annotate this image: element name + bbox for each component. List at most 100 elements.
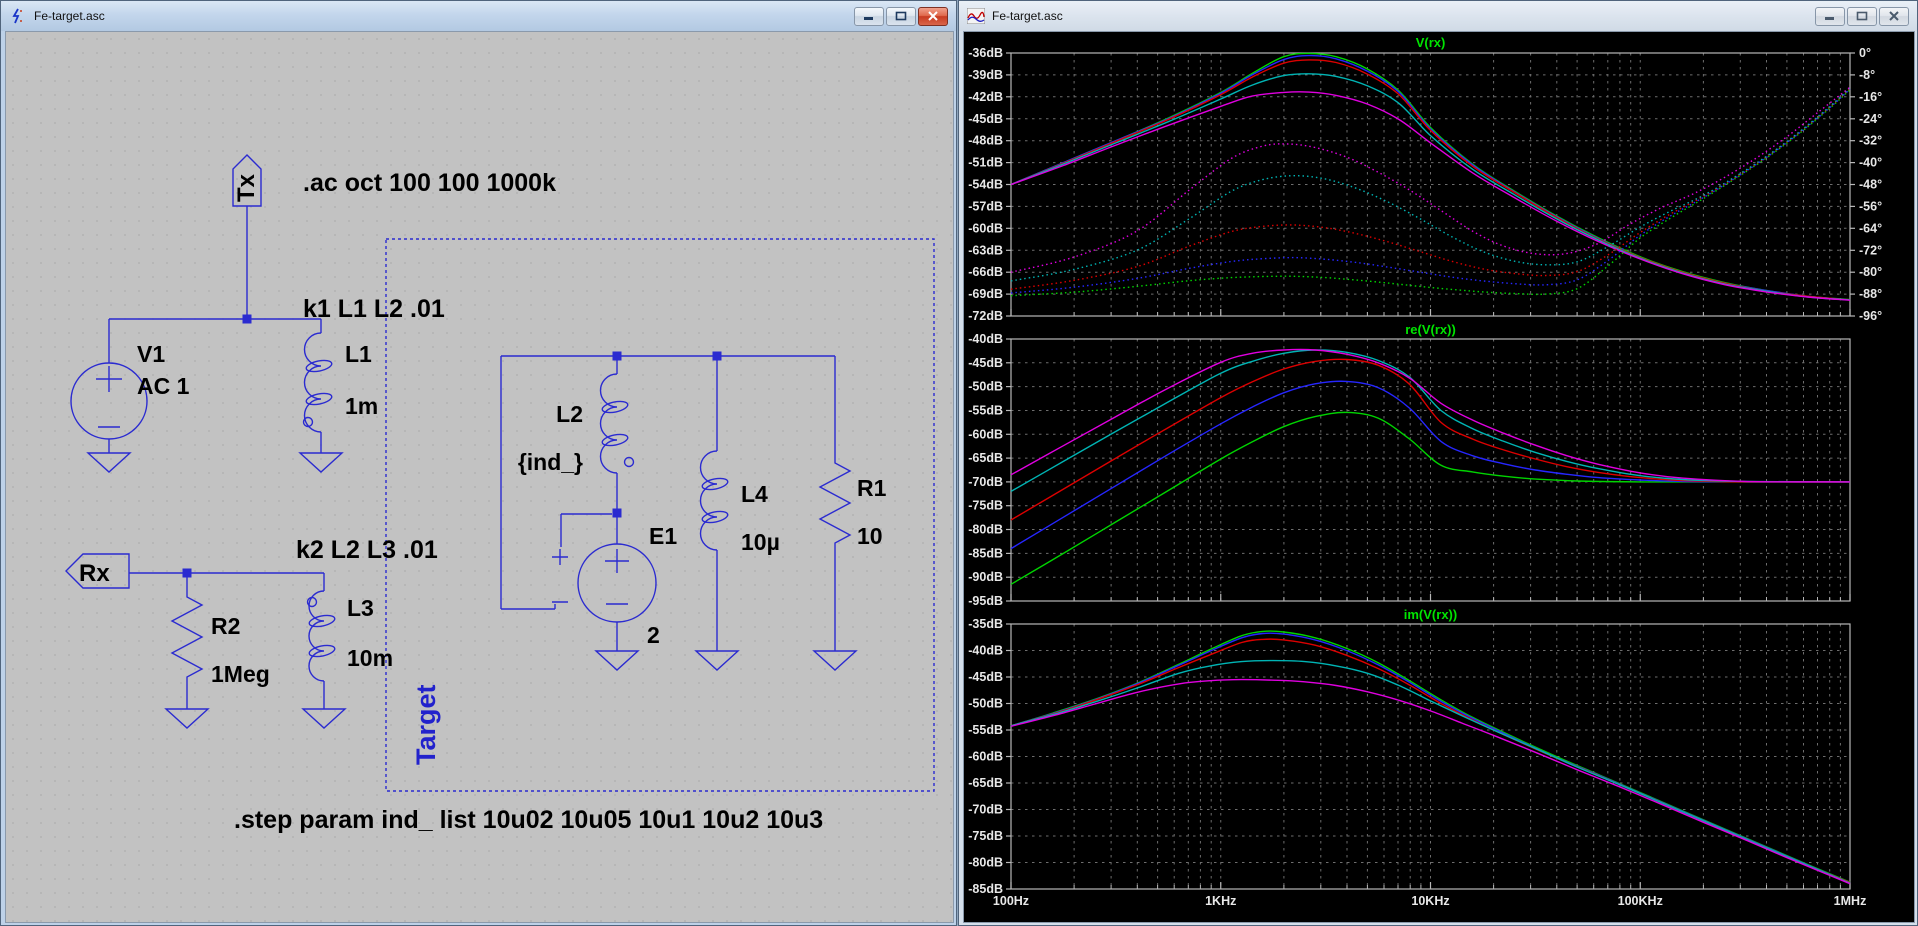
pane-title: re(V(rx)) [1405, 322, 1456, 337]
e1-name-label[interactable]: E1 [649, 523, 677, 549]
y-axis-label: -90dB [968, 570, 1003, 584]
restore-icon [895, 11, 907, 21]
y-axis-label: -80dB [968, 856, 1003, 870]
phase-axis-label: -24° [1859, 112, 1882, 126]
phase-axis-label: -56° [1859, 199, 1882, 213]
l2-phase-dot [623, 456, 635, 468]
directive-ac[interactable]: .ac oct 100 100 1000k [303, 169, 556, 197]
l3-value-label[interactable]: 10m [347, 645, 393, 671]
x-axis-label: 1MHz [1834, 894, 1867, 908]
target-selection-box[interactable] [385, 238, 935, 792]
component-r2-resistor[interactable] [170, 593, 204, 681]
y-axis-label: -55dB [968, 723, 1003, 737]
phase-axis-label: -88° [1859, 287, 1882, 301]
trace-im-step-10u1[interactable] [1010, 638, 1851, 884]
y-axis-label: -65dB [968, 776, 1003, 790]
r2-name-label[interactable]: R2 [211, 613, 240, 639]
y-axis-label: -39dB [968, 68, 1003, 82]
close-button[interactable] [1879, 6, 1909, 26]
l1-name-label[interactable]: L1 [345, 341, 372, 367]
pane-V(rx): V(rx) -36dB -39dB -42dB -45dB -48dB -51dB -54dB… [968, 35, 1882, 323]
phase-axis-label: -96° [1859, 309, 1882, 323]
ltspice-waveform-icon [967, 8, 985, 24]
restore-button[interactable] [886, 6, 916, 26]
waveform-titlebar[interactable]: Fe-target.asc [959, 1, 1917, 31]
restore-button[interactable] [1847, 6, 1877, 26]
trace-im-step-10u02[interactable] [1010, 630, 1851, 883]
y-axis-label: -51dB [968, 156, 1003, 170]
x-axis-label: 100Hz [993, 894, 1029, 908]
minimize-button[interactable] [854, 6, 884, 26]
window-title: Fe-target.asc [992, 9, 1063, 23]
waveform-canvas[interactable]: V(rx) -36dB -39dB -42dB -45dB -48dB -51dB -54dB… [963, 31, 1915, 923]
y-axis-label: -50dB [968, 697, 1003, 711]
close-icon [928, 11, 938, 21]
r1-name-label[interactable]: R1 [857, 475, 887, 501]
y-axis-label: -85dB [968, 546, 1003, 560]
component-e1-dependent-source[interactable] [552, 543, 657, 623]
v1-name-label[interactable]: V1 [137, 341, 165, 367]
minimize-button[interactable] [1815, 6, 1845, 26]
l4-name-label[interactable]: L4 [741, 481, 768, 507]
l2-name-label[interactable]: L2 [556, 401, 583, 427]
y-axis-label: -48dB [968, 134, 1003, 148]
waveform-plot[interactable]: V(rx) -36dB -39dB -42dB -45dB -48dB -51dB -54dB… [964, 32, 1914, 922]
y-axis-label: -54dB [968, 178, 1003, 192]
y-axis-label: -65dB [968, 451, 1003, 465]
component-l1-inductor[interactable] [302, 332, 333, 433]
l3-name-label[interactable]: L3 [347, 595, 374, 621]
schematic-window: Fe-target.asc Tx Rx .ac oct 100 100 1000… [0, 0, 957, 926]
l1-value-label[interactable]: 1m [345, 393, 378, 419]
component-l4-inductor[interactable] [699, 450, 729, 551]
phase-axis-label: -64° [1859, 221, 1882, 235]
phase-axis-label: -72° [1859, 243, 1882, 257]
l2-value-label[interactable]: {ind_} [518, 449, 583, 475]
y-axis-label: -70dB [968, 803, 1003, 817]
rx-flag-label: Rx [79, 560, 110, 587]
minimize-icon [1825, 17, 1834, 20]
y-axis-label: -72dB [968, 309, 1003, 323]
directive-step[interactable]: .step param ind_ list 10u02 10u05 10u1 1… [234, 806, 823, 834]
component-v1-voltage-source[interactable] [70, 362, 148, 440]
phase-axis-label: -8° [1859, 68, 1875, 82]
component-l3-inductor[interactable] [306, 590, 336, 682]
e1-value-label[interactable]: 2 [647, 622, 660, 648]
y-axis-label: -36dB [968, 46, 1003, 60]
y-axis-label: -75dB [968, 499, 1003, 513]
window-title: Fe-target.asc [34, 9, 105, 23]
y-axis-label: -70dB [968, 475, 1003, 489]
trace-re-step-10u2[interactable] [1010, 349, 1851, 493]
y-axis-label: -40dB [968, 332, 1003, 346]
ltspice-schematic-icon [9, 8, 27, 24]
phase-axis-label: -16° [1859, 90, 1882, 104]
schematic-titlebar[interactable]: Fe-target.asc [1, 1, 956, 31]
directive-k1[interactable]: k1 L1 L2 .01 [303, 295, 445, 323]
trace-phase-step-10u1[interactable] [1010, 88, 1851, 290]
l4-value-label[interactable]: 10µ [741, 529, 780, 555]
component-l2-inductor[interactable] [599, 373, 635, 474]
r1-value-label[interactable]: 10 [857, 523, 883, 549]
directive-k2[interactable]: k2 L2 L3 .01 [296, 536, 438, 564]
close-icon [1889, 11, 1899, 21]
pane-re(V(rx)): re(V(rx)) -40dB -45dB -50dB -55dB -60dB -65dB -… [968, 322, 1851, 608]
target-box-label[interactable]: Target [411, 684, 441, 765]
restore-icon [1856, 11, 1868, 21]
flag-tx[interactable]: Tx [232, 154, 262, 207]
y-axis-label: -95dB [968, 594, 1003, 608]
phase-axis-label: 0° [1859, 46, 1871, 60]
v1-value-label[interactable]: AC 1 [137, 373, 190, 399]
trace-phase-step-10u05[interactable] [1010, 88, 1851, 294]
tx-flag-label: Tx [233, 173, 260, 202]
y-axis-label: -55dB [968, 404, 1003, 418]
r2-value-label[interactable]: 1Meg [211, 661, 270, 687]
y-axis-label: -50dB [968, 380, 1003, 394]
flag-rx[interactable]: Rx [65, 553, 130, 589]
y-axis-label: -69dB [968, 287, 1003, 301]
close-button[interactable] [918, 6, 948, 26]
y-axis-label: -40dB [968, 644, 1003, 658]
schematic-canvas[interactable]: Tx Rx .ac oct 100 100 1000k k1 L1 L2 .01… [5, 31, 954, 923]
y-axis-label: -45dB [968, 670, 1003, 684]
schematic-drawing: Tx Rx .ac oct 100 100 1000k k1 L1 L2 .01… [65, 154, 935, 834]
y-axis-label: -63dB [968, 243, 1003, 257]
component-r1-resistor[interactable] [818, 459, 852, 547]
